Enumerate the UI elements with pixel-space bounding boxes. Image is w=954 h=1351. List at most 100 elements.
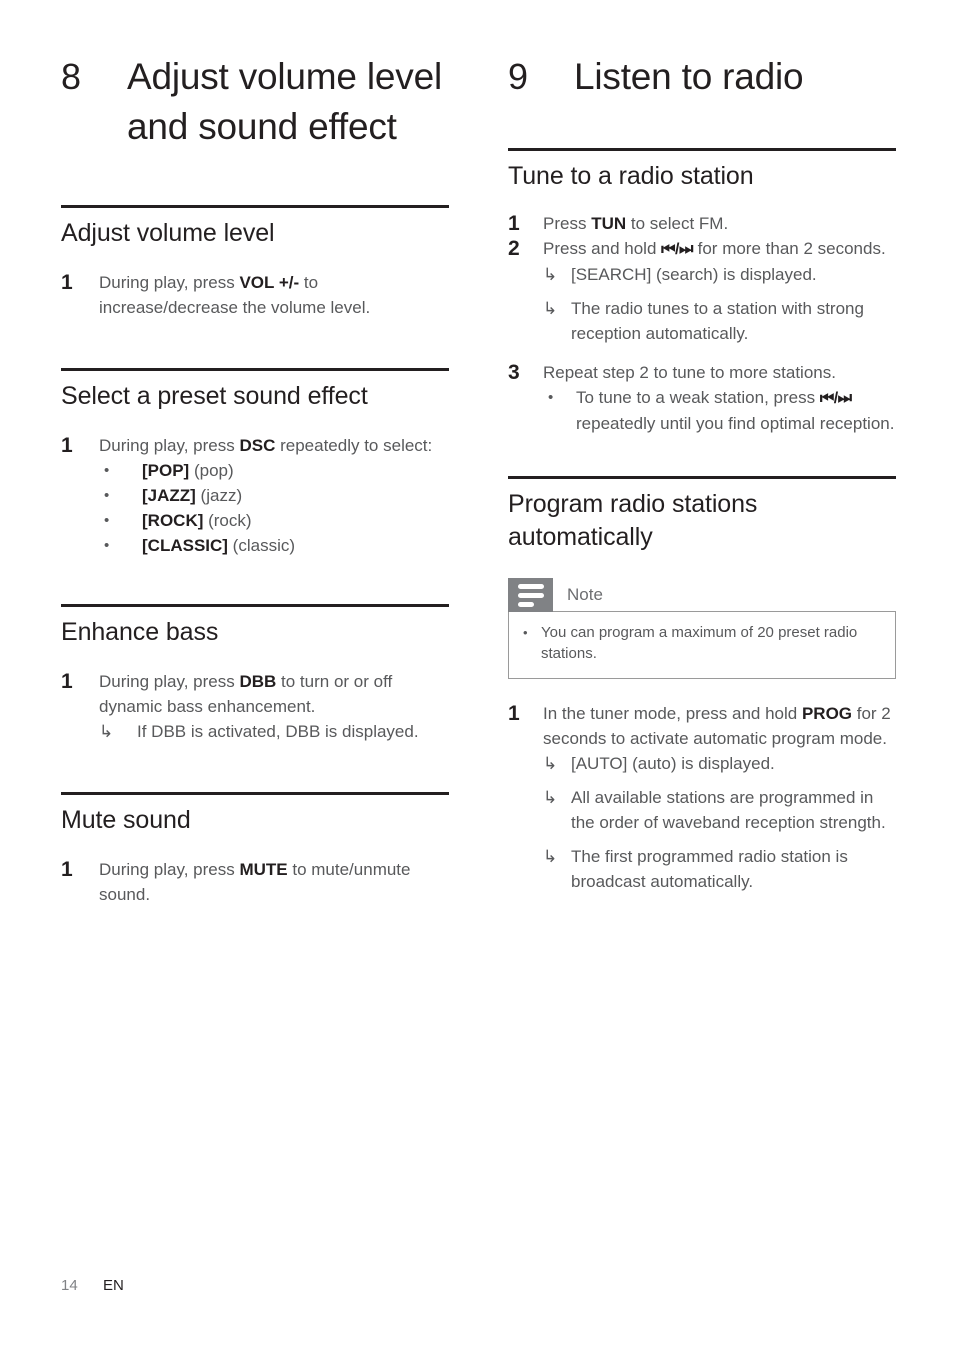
note-icon-bar — [517, 601, 534, 607]
bullet-icon: • — [104, 462, 110, 479]
step-keyword: MUTE — [239, 860, 288, 879]
substep-list: • To tune to a weak station, press ⏮/⏭ r… — [508, 385, 896, 436]
step-keyword: TUN — [591, 214, 627, 233]
skip-track-glyph: ⏮/⏭ — [661, 241, 693, 258]
preset-note: (rock) — [203, 511, 252, 530]
note-icon-bar — [517, 592, 544, 598]
section-rule — [61, 604, 449, 607]
list-item-text: [POP] (pop) — [142, 458, 449, 483]
preset-label: [CLASSIC] — [142, 536, 228, 555]
section-rule — [61, 368, 449, 371]
section-select-preset-sound-effect: Select a preset sound effect 1 During pl… — [61, 368, 449, 558]
step-text: Press TUN to select FM. — [543, 211, 896, 236]
preset-label: [JAZZ] — [142, 486, 196, 505]
result-arrow-icon: ↳ — [543, 847, 558, 866]
step-text-part1: Press — [543, 214, 592, 233]
step-text-part1: Press and hold — [543, 239, 662, 258]
preset-note: (jazz) — [195, 486, 243, 505]
step-item: 1 In the tuner mode, press and hold PROG… — [508, 701, 896, 751]
list-item-text: [JAZZ] (jazz) — [142, 483, 449, 508]
skip-track-glyph: ⏮/⏭ — [819, 390, 852, 407]
step-number: 1 — [61, 858, 73, 881]
section-rule — [508, 476, 896, 479]
step-number: 2 — [508, 237, 520, 260]
step-item: 3 Repeat step 2 to tune to more stations… — [508, 360, 896, 385]
note-box: Note • You can program a maximum of 20 p… — [508, 578, 896, 679]
step-number: 1 — [61, 670, 73, 693]
left-column: 8 Adjust volume level and sound effect A… — [61, 52, 449, 907]
note-title: Note — [553, 578, 896, 612]
step-number: 1 — [508, 702, 520, 725]
result-arrow-icon: ↳ — [543, 299, 558, 318]
list-item: • To tune to a weak station, press ⏮/⏭ r… — [543, 385, 896, 436]
step-text-part1: In the tuner mode, press and hold — [543, 704, 802, 723]
step-keyword: VOL +/- — [239, 273, 300, 292]
step-text-part2: for more than 2 seconds. — [692, 239, 886, 258]
result-item: ↳ [AUTO] (auto) is displayed. — [543, 751, 896, 776]
step-text-part1: During play, press — [99, 436, 240, 455]
bullet-icon: • — [523, 625, 528, 640]
skip-next-icon: ⏭ — [679, 241, 693, 258]
step-item: 1 During play, press DSC repeatedly to s… — [61, 433, 449, 458]
list-text-part2: repeatedly until you find optimal recept… — [576, 414, 895, 433]
result-arrow-icon: ↳ — [543, 788, 558, 807]
step-text-part2: repeatedly to select: — [275, 436, 433, 455]
result-text: The first programmed radio station is br… — [571, 847, 848, 891]
note-content: • You can program a maximum of 20 preset… — [508, 612, 896, 679]
step-text: During play, press VOL +/- to increase/d… — [99, 270, 449, 320]
section-rule — [61, 792, 449, 795]
step-text: Press and hold ⏮/⏭ for more than 2 secon… — [543, 236, 896, 262]
result-arrow-icon: ↳ — [543, 265, 558, 284]
section-mute-sound: Mute sound 1 During play, press MUTE to … — [61, 792, 449, 907]
preset-label: [POP] — [142, 461, 190, 480]
chapter-title-8: 8 Adjust volume level and sound effect — [61, 52, 449, 152]
step-keyword: DSC — [239, 436, 276, 455]
bullet-icon: • — [548, 389, 554, 406]
preset-note: (classic) — [227, 536, 296, 555]
result-text: All available stations are programmed in… — [571, 788, 886, 832]
result-text: The radio tunes to a station with strong… — [571, 299, 864, 343]
list-item: • [ROCK] (rock) — [99, 508, 449, 533]
section-rule — [61, 205, 449, 208]
step-text: During play, press DSC repeatedly to sel… — [99, 433, 449, 458]
result-item: ↳ All available stations are programmed … — [543, 785, 896, 835]
step-number: 1 — [61, 271, 73, 294]
note-list-item: • You can program a maximum of 20 preset… — [523, 622, 881, 664]
step-text: During play, press DBB to turn or or off… — [99, 669, 449, 719]
step-keyword: PROG — [801, 704, 853, 723]
section-enhance-bass: Enhance bass 1 During play, press DBB to… — [61, 604, 449, 744]
step-item: 1 Press TUN to select FM. — [508, 211, 896, 236]
step-item: 1 During play, press DBB to turn or or o… — [61, 669, 449, 719]
step-text: Repeat step 2 to tune to more stations. — [543, 363, 836, 382]
result-item: ↳ The first programmed radio station is … — [543, 844, 896, 894]
bullet-icon: • — [104, 512, 110, 529]
language-code: EN — [103, 1277, 124, 1294]
list-text-part1: To tune to a weak station, press — [576, 388, 820, 407]
preset-list: • [POP] (pop) • [JAZZ] (jazz) • [ROCK] (… — [61, 458, 449, 558]
chapter-number: 8 — [61, 56, 81, 97]
section-heading: Adjust volume level — [61, 219, 275, 247]
result-arrow-icon: ↳ — [99, 722, 114, 741]
section-heading: Select a preset sound effect — [61, 382, 368, 410]
step-text-part1: During play, press — [99, 273, 240, 292]
list-item: • [JAZZ] (jazz) — [99, 483, 449, 508]
section-heading: Program radio stations automatically — [508, 490, 758, 551]
list-item-text: To tune to a weak station, press ⏮/⏭ rep… — [576, 385, 896, 436]
skip-previous-icon: ⏮ — [819, 390, 834, 407]
section-heading: Mute sound — [61, 806, 191, 834]
bullet-icon: • — [104, 537, 110, 554]
result-arrow-icon: ↳ — [543, 754, 558, 773]
result-text: If DBB is activated, DBB is displayed. — [137, 722, 419, 741]
result-item: ↳ If DBB is activated, DBB is displayed. — [99, 719, 449, 744]
step-number: 1 — [61, 434, 73, 457]
note-header: Note — [508, 578, 896, 612]
step-number: 3 — [508, 361, 520, 384]
result-text: [SEARCH] (search) is displayed. — [571, 265, 817, 284]
section-tune-to-radio-station: Tune to a radio station 1 Press TUN to s… — [508, 148, 896, 436]
result-item: ↳ The radio tunes to a station with stro… — [543, 296, 896, 346]
step-keyword: DBB — [239, 672, 277, 691]
right-column: 9 Listen to radio Tune to a radio statio… — [508, 52, 896, 894]
page-footer: 14 EN — [61, 1277, 124, 1294]
list-item-text: [CLASSIC] (classic) — [142, 533, 449, 558]
result-list: ↳ [AUTO] (auto) is displayed. ↳ All avai… — [508, 751, 896, 894]
